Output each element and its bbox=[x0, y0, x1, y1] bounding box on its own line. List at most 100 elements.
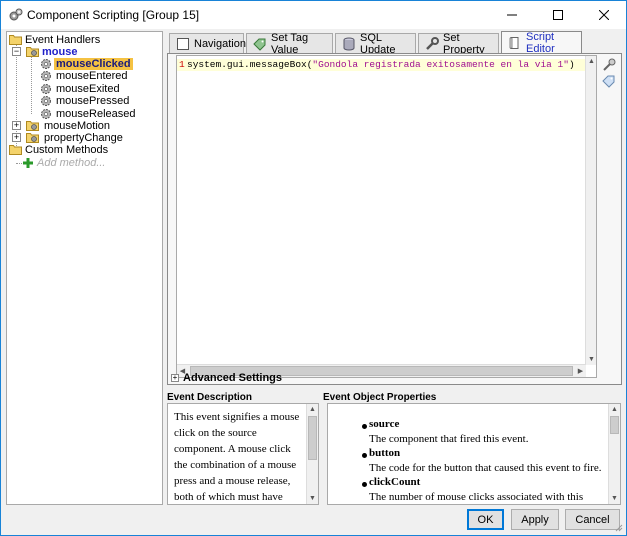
tree-node-propertychange[interactable]: + propertyChange bbox=[12, 132, 152, 144]
tab-sql-update[interactable]: SQL Update bbox=[335, 32, 416, 56]
tab-script-editor[interactable]: Script Editor bbox=[501, 30, 582, 55]
scroll-down-icon[interactable]: ▼ bbox=[307, 493, 318, 504]
description-scrollbar[interactable]: ▲ ▼ bbox=[306, 404, 318, 504]
database-icon bbox=[343, 37, 355, 51]
code-string: "Gondola registrada exitosamente en la v… bbox=[312, 59, 569, 70]
folder-open-icon bbox=[9, 35, 22, 45]
resize-grip-icon[interactable] bbox=[613, 522, 623, 532]
properties-scrollbar[interactable]: ▲ ▼ bbox=[608, 404, 620, 504]
property-description: The component that fired this event. bbox=[369, 433, 529, 445]
checkbox-icon bbox=[177, 37, 189, 50]
gear-icon bbox=[41, 71, 51, 81]
folder-gear-icon bbox=[26, 121, 39, 131]
tag-value-icon bbox=[253, 38, 266, 51]
event-object-properties-heading: Event Object Properties bbox=[323, 392, 437, 403]
tree-label: mouseExited bbox=[56, 83, 120, 95]
description-scroll-thumb[interactable] bbox=[308, 416, 317, 460]
tab-set-property[interactable]: Set Property bbox=[418, 31, 499, 56]
tree-node-mouse[interactable]: − mouse bbox=[12, 46, 152, 58]
tree-item-mouseexited[interactable]: mouseExited bbox=[40, 83, 160, 95]
tree-node-event-handlers[interactable]: Event Handlers bbox=[9, 34, 159, 46]
gears-app-icon bbox=[9, 8, 23, 21]
expand-toggle-icon[interactable]: + bbox=[12, 121, 21, 130]
code-editor[interactable]: 1 system.gui.messageBox("Gondola registr… bbox=[176, 55, 597, 378]
collapse-toggle-icon[interactable]: − bbox=[12, 47, 21, 56]
bullet-icon bbox=[362, 482, 367, 487]
tag-icon[interactable] bbox=[602, 74, 616, 88]
folder-icon bbox=[9, 145, 22, 155]
ok-button[interactable]: OK bbox=[467, 509, 504, 530]
event-description-panel[interactable]: This event signifies a mouse click on th… bbox=[167, 403, 319, 505]
tree-label: mouseClicked bbox=[54, 58, 133, 70]
event-description-heading: Event Description bbox=[167, 392, 253, 403]
apply-button[interactable]: Apply bbox=[511, 509, 559, 530]
tree-node-custom-methods[interactable]: Custom Methods bbox=[9, 144, 159, 156]
vertical-scrollbar[interactable]: ▲ ▼ bbox=[585, 56, 596, 365]
tree-item-mousereleased[interactable]: mouseReleased bbox=[40, 108, 160, 120]
bullet-icon bbox=[362, 453, 367, 458]
add-icon bbox=[23, 158, 33, 168]
event-object-properties-panel[interactable]: source The component that fired this eve… bbox=[327, 403, 621, 505]
scroll-up-icon[interactable]: ▲ bbox=[307, 404, 318, 415]
scroll-up-icon[interactable]: ▲ bbox=[609, 404, 620, 415]
gear-icon bbox=[41, 96, 51, 106]
tab-label: Set Property bbox=[443, 31, 485, 56]
add-method-item[interactable]: Add method... bbox=[23, 157, 143, 169]
code-line[interactable]: 1 system.gui.messageBox("Gondola registr… bbox=[177, 59, 588, 71]
tree-item-mouseentered[interactable]: mouseEntered bbox=[40, 70, 160, 82]
event-description-text: This event signifies a mouse click on th… bbox=[174, 411, 300, 503]
wrench-icon bbox=[426, 36, 439, 50]
tab-label: Script Editor bbox=[526, 30, 555, 55]
script-editor-panel: 1 system.gui.messageBox("Gondola registr… bbox=[167, 53, 622, 385]
window-title: Component Scripting [Group 15] bbox=[27, 8, 200, 22]
scroll-right-icon[interactable]: ▶ bbox=[575, 365, 586, 376]
gear-icon bbox=[41, 59, 51, 69]
action-panel: Navigation Set Tag Value SQL Update Set … bbox=[167, 31, 622, 385]
tree-item-mousepressed[interactable]: mousePressed bbox=[40, 95, 160, 107]
bullet-icon bbox=[362, 424, 367, 429]
maximize-button[interactable] bbox=[535, 1, 581, 29]
tab-navigation[interactable]: Navigation bbox=[169, 33, 246, 53]
tag-browser-icon[interactable] bbox=[602, 58, 616, 72]
close-button[interactable] bbox=[581, 1, 627, 29]
tree-item-mouseclicked[interactable]: mouseClicked bbox=[40, 58, 160, 70]
property-name: clickCount bbox=[369, 476, 421, 488]
folder-gear-icon bbox=[26, 47, 39, 57]
code-call: system.gui.messageBox( bbox=[187, 59, 313, 70]
property-name: source bbox=[369, 418, 400, 430]
line-number: 1 bbox=[179, 59, 185, 70]
properties-scroll-thumb[interactable] bbox=[610, 416, 619, 434]
script-icon bbox=[509, 36, 519, 49]
event-handler-tree[interactable]: Event Handlers − mouse mouseClicked mous… bbox=[6, 31, 163, 505]
gear-icon bbox=[41, 84, 51, 94]
advanced-settings-label: Advanced Settings bbox=[183, 372, 283, 384]
expand-toggle-icon: + bbox=[171, 373, 179, 382]
code-text: system.gui.messageBox("Gondola registrad… bbox=[187, 59, 575, 71]
component-scripting-dialog: Component Scripting [Group 15] Event Han… bbox=[0, 0, 627, 536]
cancel-button[interactable]: Cancel bbox=[565, 509, 620, 530]
title-bar[interactable]: Component Scripting [Group 15] bbox=[1, 1, 626, 29]
code-close: ) bbox=[568, 59, 575, 70]
tree-label: mouseEntered bbox=[56, 70, 128, 82]
scroll-down-icon[interactable]: ▼ bbox=[586, 354, 597, 365]
minimize-icon bbox=[507, 14, 517, 16]
tree-label: Add method... bbox=[37, 157, 106, 169]
property-name: button bbox=[369, 447, 401, 459]
ok-label: OK bbox=[477, 513, 494, 526]
scroll-up-icon[interactable]: ▲ bbox=[586, 56, 597, 67]
tab-label: Navigation bbox=[194, 37, 246, 50]
scroll-down-icon[interactable]: ▼ bbox=[609, 493, 620, 504]
tree-label: mouseMotion bbox=[44, 120, 111, 132]
tab-set-tag-value[interactable]: Set Tag Value bbox=[246, 31, 333, 56]
tree-label: propertyChange bbox=[44, 132, 123, 144]
tree-guide-line bbox=[16, 163, 22, 164]
expand-toggle-icon[interactable]: + bbox=[12, 133, 21, 142]
minimize-button[interactable] bbox=[489, 1, 535, 29]
tree-label: mouse bbox=[42, 46, 78, 58]
property-description: The number of mouse clicks associated wi… bbox=[369, 491, 584, 503]
apply-label: Apply bbox=[521, 513, 549, 526]
tab-label: Set Tag Value bbox=[271, 31, 309, 56]
tree-guide-line bbox=[31, 56, 32, 114]
tree-node-mousemotion[interactable]: + mouseMotion bbox=[12, 120, 152, 132]
tree-label: Event Handlers bbox=[25, 34, 101, 46]
